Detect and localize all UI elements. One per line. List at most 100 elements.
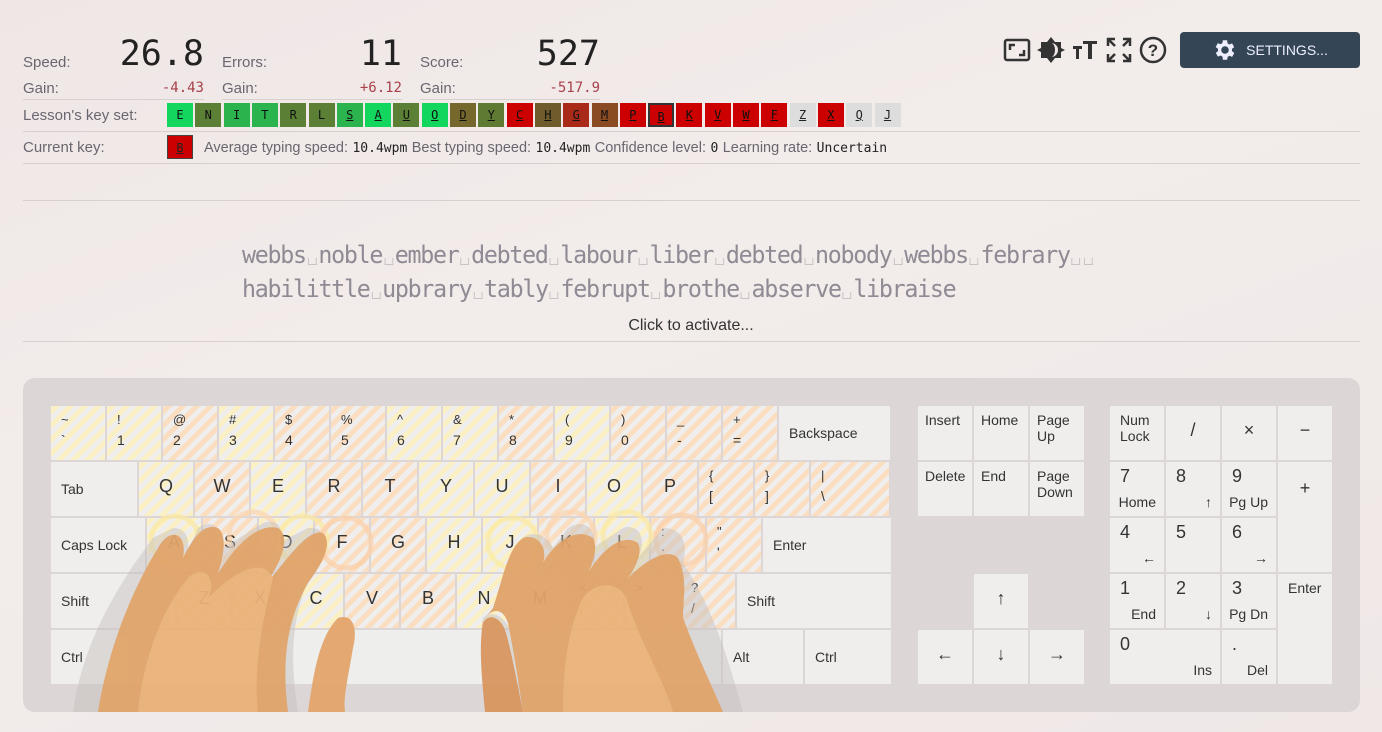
lesson-word: webbs: [242, 241, 307, 269]
lesson-word: ember: [394, 241, 460, 269]
keyset-key: Y: [478, 103, 505, 127]
current-key: B: [167, 135, 193, 159]
space-marker: [307, 258, 317, 265]
errors-gain-label: Gain:: [222, 80, 258, 97]
keyset-key: G: [563, 103, 590, 127]
lesson-word: abserve: [751, 275, 842, 303]
keyset-label: Lesson's key set:: [23, 107, 138, 124]
keyset-key: A: [365, 103, 392, 127]
space-marker: [638, 258, 648, 265]
keyset-key: V: [704, 103, 731, 127]
keyset-key: D: [450, 103, 476, 127]
keyset-key: B: [648, 103, 675, 127]
theme-contrast-icon[interactable]: [1036, 35, 1066, 65]
avg-speed-value: 10.4wpm: [352, 141, 408, 156]
keyset-key: N: [195, 103, 222, 127]
score-gain-label: Gain:: [420, 80, 456, 97]
best-speed-label: Best typing speed:: [411, 140, 532, 156]
errors-gain: +6.12: [359, 80, 402, 96]
lesson-word: debted: [725, 241, 804, 269]
lesson-word: brothe: [662, 275, 740, 303]
lesson-word: webbs: [904, 241, 969, 269]
lesson-line: habilittle upbrary tably februpt brothe abser…: [242, 272, 1095, 306]
virtual-keyboard: ~ `! 1 @2 #3 $4% 5 ^ 6 & 7 * 8(9) 0 _ - + = Backspace Tab Q W…: [23, 378, 1360, 712]
lesson-line: webbs noble ember debted labour liber debted no…: [242, 238, 1095, 272]
keyset-key: X: [817, 103, 844, 127]
left-hand: [73, 521, 355, 712]
keyset-key: Z: [789, 103, 816, 127]
lesson-word: nobody: [814, 241, 893, 269]
settings-label: SETTINGS...: [1246, 42, 1328, 58]
confidence-label: Confidence level:: [594, 140, 706, 156]
keyset-key: P: [619, 103, 646, 127]
keyset-key: W: [733, 103, 759, 127]
font-size-icon[interactable]: [1070, 35, 1100, 65]
lesson-word: labour: [560, 241, 638, 269]
keyset-key: O: [421, 103, 448, 127]
lesson-word: noble: [318, 241, 383, 269]
speed-gain: -4.43: [161, 80, 204, 96]
lesson-word: libraise: [853, 275, 956, 303]
lesson-text[interactable]: webbs noble ember debted labour liber debted no…: [242, 238, 1095, 306]
current-key-label: Current key:: [23, 139, 105, 156]
keyset-key: R: [280, 103, 307, 127]
keyset-key: M: [591, 103, 618, 127]
errors-value: 11: [359, 34, 402, 74]
lesson-word: febrary: [980, 241, 1072, 269]
avg-speed-label: Average typing speed:: [204, 140, 349, 156]
keyset-key: E: [167, 103, 193, 127]
score-gain: -517.9: [549, 80, 600, 96]
activate-prompt[interactable]: Click to activate...: [0, 317, 1382, 335]
fullscreen-icon[interactable]: [1104, 35, 1134, 65]
lesson-word: upbrary: [382, 275, 473, 303]
space-marker: [384, 258, 393, 265]
best-speed-value: 10.4wpm: [535, 141, 591, 156]
space-marker: [893, 258, 903, 265]
errors-label: Errors:: [222, 54, 267, 71]
settings-button[interactable]: SETTINGS...: [1180, 32, 1360, 68]
learning-rate-label: Learning rate:: [722, 140, 813, 156]
score-label: Score:: [420, 54, 464, 71]
space-marker: [842, 292, 852, 299]
space-marker: [460, 258, 470, 265]
keyset-key: F: [761, 103, 788, 127]
keyset-key: C: [506, 103, 533, 127]
space-marker: [1071, 258, 1081, 265]
toolbar: ?: [1002, 35, 1172, 65]
space-marker: [804, 258, 814, 265]
score-value: 527: [536, 34, 600, 74]
lesson-word: debted: [471, 241, 549, 269]
learning-rate-value: Uncertain: [816, 141, 888, 156]
keyset-key: J: [874, 103, 901, 127]
space-marker: [549, 258, 559, 265]
hands-illustration: [73, 509, 743, 712]
lesson-word: liber: [649, 241, 714, 269]
keyset-key: I: [223, 103, 250, 127]
lesson-word: tably: [484, 275, 549, 303]
window-size-icon[interactable]: [1002, 35, 1032, 65]
space-marker: [473, 292, 483, 299]
space-marker: [740, 292, 750, 299]
keyset-key: U: [393, 103, 420, 127]
key-stats: Average typing speed: 10.4wpm Best typin…: [204, 139, 887, 157]
speed-value: 26.8: [119, 34, 204, 74]
space-marker: [1084, 258, 1094, 265]
space-marker: [715, 258, 724, 265]
gear-icon: [1215, 40, 1235, 60]
keyset-key: S: [336, 103, 363, 127]
space-marker: [549, 292, 559, 299]
keyset-key: L: [308, 103, 335, 127]
space-marker: [651, 292, 661, 299]
lesson-word: habilittle: [242, 275, 371, 303]
space-marker: [969, 258, 979, 265]
space-marker: [371, 292, 381, 299]
help-icon[interactable]: ?: [1138, 35, 1168, 65]
keyset-key: T: [251, 103, 278, 127]
lesson-word: februpt: [560, 275, 651, 303]
keyset-key: K: [676, 103, 703, 127]
speed-label: Speed:: [23, 54, 71, 71]
confidence-value: 0: [710, 141, 719, 156]
svg-text:?: ?: [1148, 41, 1158, 60]
keyset-key: H: [534, 103, 561, 127]
keyset-key: Q: [846, 103, 873, 127]
